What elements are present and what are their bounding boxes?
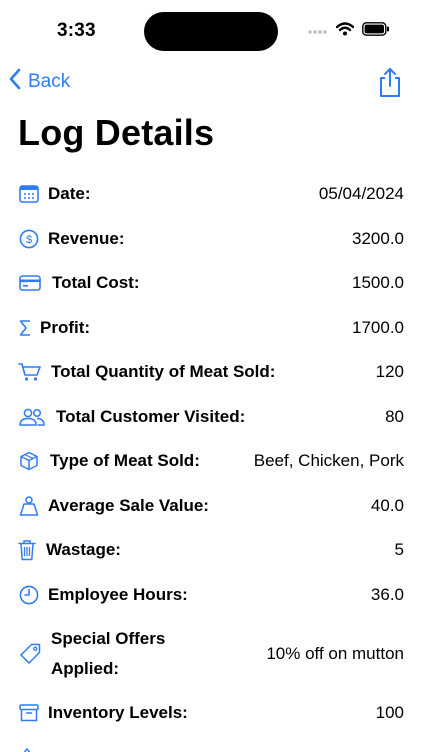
detail-label: Employee Hours:	[48, 584, 188, 604]
detail-label: Wastage:	[46, 540, 121, 560]
detail-row-revenue: $ Revenue: 3200.0	[0, 217, 422, 262]
people-icon	[18, 406, 46, 428]
detail-label: Type of Meat Sold:	[50, 451, 200, 471]
credit-card-icon	[18, 272, 42, 294]
detail-label: Total Cost:	[52, 273, 140, 293]
dynamic-island	[144, 12, 278, 51]
clock-icon	[18, 584, 40, 606]
page-title: Log Details	[18, 112, 215, 153]
dollar-circle-icon: $	[18, 228, 40, 250]
chevron-left-icon	[8, 68, 22, 96]
detail-label: Revenue:	[48, 228, 125, 248]
calendar-icon	[18, 183, 40, 205]
detail-row-total-cost: Total Cost: 1500.0	[0, 261, 422, 306]
details-list: Date: 05/04/2024 $ Revenue: 3200.0 Total…	[0, 172, 422, 736]
next-row-icon-partial	[20, 742, 34, 752]
detail-row-wastage: Wastage: 5	[0, 528, 422, 573]
detail-label: Inventory Levels:	[48, 703, 188, 723]
detail-label: Special Offers Applied:	[51, 629, 166, 678]
detail-row-average-sale: Average Sale Value: 40.0	[0, 484, 422, 529]
status-icons	[308, 21, 390, 41]
detail-value: 10% off on mutton	[266, 644, 404, 663]
detail-value: 36.0	[370, 584, 404, 604]
status-bar: 3:33	[0, 0, 422, 56]
battery-icon	[362, 21, 390, 41]
archive-box-icon	[18, 702, 40, 724]
detail-row-meat-type: Type of Meat Sold: Beef, Chicken, Pork	[0, 439, 422, 484]
detail-value: 100	[375, 703, 404, 723]
scale-icon	[18, 495, 40, 517]
detail-label: Total Customer Visited:	[56, 406, 246, 426]
detail-label: Date:	[48, 184, 91, 204]
share-button[interactable]	[376, 66, 404, 98]
cart-icon	[18, 361, 42, 383]
tag-icon	[18, 643, 42, 665]
detail-value: 1500.0	[352, 273, 404, 293]
detail-value: Beef, Chicken, Pork	[253, 451, 404, 471]
detail-row-inventory: Inventory Levels: 100	[0, 691, 422, 736]
detail-label: Profit:	[40, 317, 91, 337]
back-button[interactable]: Back	[8, 68, 70, 96]
detail-value: 80	[385, 406, 404, 426]
cube-icon	[18, 450, 40, 472]
detail-row-profit: Profit: 1700.0	[0, 306, 422, 351]
sigma-icon	[18, 317, 32, 339]
status-time: 3:33	[57, 20, 96, 41]
wifi-icon	[335, 21, 355, 41]
detail-value: 05/04/2024	[318, 184, 404, 204]
detail-row-special-offers: Special Offers Applied: 10% off on mutto…	[0, 617, 422, 691]
navigation-bar: Back	[0, 60, 422, 104]
trash-icon	[18, 539, 36, 561]
share-icon	[376, 68, 404, 102]
detail-label: Total Quantity of Meat Sold:	[51, 362, 276, 382]
back-label: Back	[28, 71, 71, 92]
svg-text:$: $	[26, 234, 32, 246]
detail-row-customers: Total Customer Visited: 80	[0, 395, 422, 440]
cellular-signal-icon	[308, 22, 328, 40]
detail-label: Average Sale Value:	[48, 495, 209, 515]
detail-value: 120	[375, 362, 404, 382]
detail-value: 40.0	[370, 495, 404, 515]
detail-row-employee-hours: Employee Hours: 36.0	[0, 573, 422, 618]
detail-value: 1700.0	[352, 317, 404, 337]
detail-row-date: Date: 05/04/2024	[0, 172, 422, 217]
detail-row-meat-quantity: Total Quantity of Meat Sold: 120	[0, 350, 422, 395]
detail-value: 5	[394, 540, 404, 560]
detail-value: 3200.0	[352, 228, 404, 248]
